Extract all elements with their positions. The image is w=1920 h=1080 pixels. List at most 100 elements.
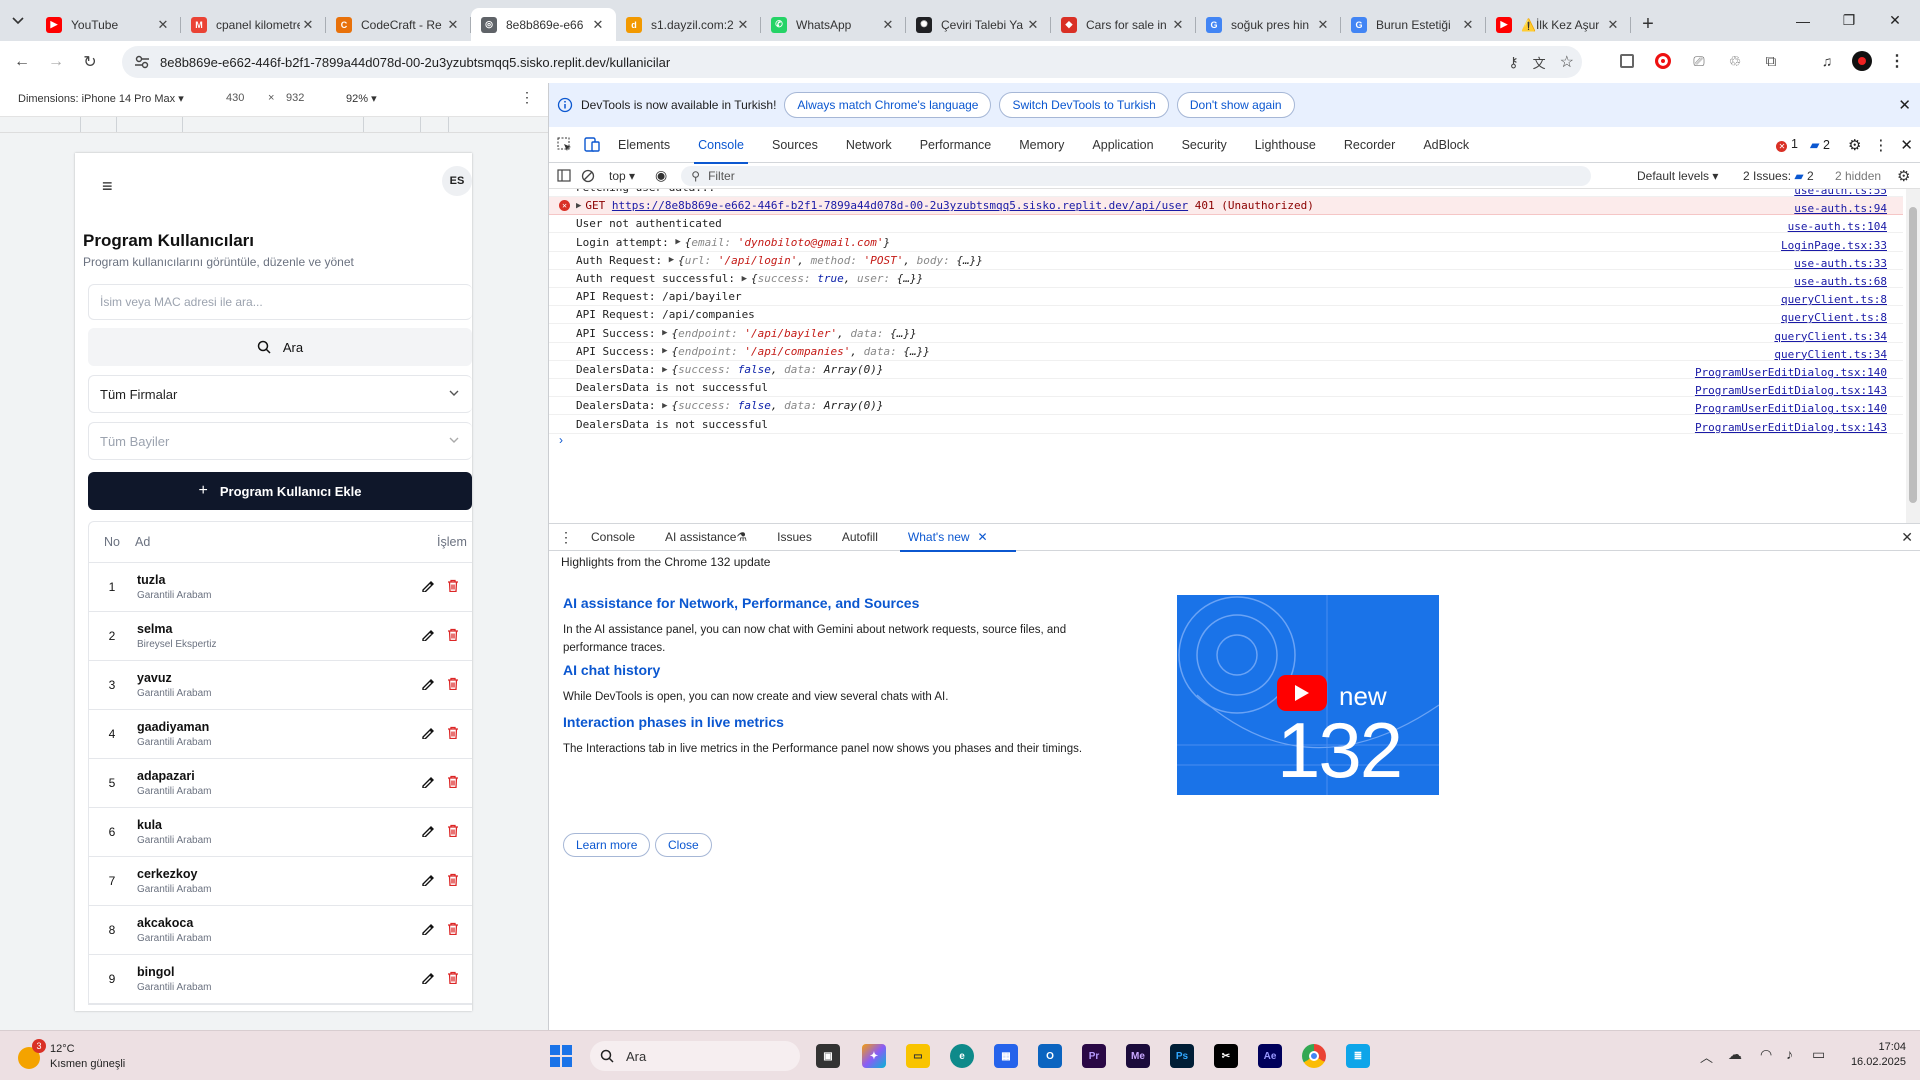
log-object[interactable]: {url: '/api/login', method: 'POST', body… [678, 254, 983, 267]
source-link[interactable]: use-auth.ts:104 [1788, 220, 1887, 233]
source-link[interactable]: LoginPage.tsx:33 [1781, 239, 1887, 252]
section-title-ai-chat-history[interactable]: AI chat history [563, 662, 660, 678]
close-tab-icon[interactable]: ✕ [1170, 17, 1186, 33]
device-select[interactable]: Dimensions: iPhone 14 Pro Max ▾ [18, 92, 184, 105]
volume-icon[interactable]: ♪ [1786, 1046, 1793, 1062]
weather-widget[interactable]: 3 [18, 1039, 46, 1069]
more-options-icon[interactable]: ⋮ [1873, 136, 1888, 154]
inspect-element-icon[interactable] [557, 137, 572, 152]
console-scrollbar[interactable] [1906, 189, 1920, 523]
windows-start-icon[interactable] [549, 1044, 573, 1068]
back-button[interactable]: ← [6, 46, 38, 78]
close-icon[interactable]: ✕ [1898, 96, 1911, 114]
address-bar[interactable]: 8e8b869e-e662-446f-b2f1-7899a44d078d-00-… [122, 46, 1582, 78]
match-language-button[interactable]: Always match Chrome's language [784, 92, 992, 118]
devtools-tab-elements[interactable]: Elements [618, 127, 670, 163]
show-hidden-icons[interactable]: ︿ [1700, 1047, 1713, 1066]
delete-trash-icon[interactable] [447, 775, 459, 788]
devtools-tab-lighthouse[interactable]: Lighthouse [1255, 127, 1316, 163]
browser-tab[interactable]: ✺ Çeviri Talebi Ya ✕ [906, 8, 1051, 41]
search-button[interactable]: Ara [88, 328, 472, 366]
device-height[interactable]: 932 [286, 92, 304, 104]
browser-tab[interactable]: G Burun Estetiği ✕ [1341, 8, 1486, 41]
message-counter[interactable]: ▰ 2 [1810, 137, 1830, 152]
source-link[interactable]: use-auth.ts:94 [1794, 202, 1887, 215]
new-tab-button[interactable]: + [1631, 8, 1665, 41]
device-width[interactable]: 430 [226, 92, 244, 104]
opera-icon[interactable] [1652, 50, 1674, 72]
premiere-icon[interactable]: Pr [1082, 1044, 1106, 1068]
edit-pencil-icon[interactable] [421, 922, 434, 935]
dealer-select[interactable]: Tüm Bayiler [88, 422, 472, 460]
media-control-icon[interactable]: ♫ [1816, 50, 1838, 72]
request-url[interactable]: https://8e8b869e-e662-446f-b2f1-7899a44d… [612, 199, 1188, 212]
log-object[interactable]: {success: true, user: {…}} [751, 272, 923, 285]
close-tab-icon[interactable]: ✕ [1605, 17, 1621, 33]
log-object[interactable]: {endpoint: '/api/companies', data: {…}} [672, 345, 930, 358]
avatar[interactable]: ES [442, 166, 472, 196]
battery-icon[interactable]: ▭ [1812, 1046, 1825, 1063]
hamburger-menu-icon[interactable]: ≡ [102, 176, 113, 197]
close-tab-icon[interactable]: ✕ [1315, 17, 1331, 33]
drawer-tab[interactable]: What's new ✕ [899, 523, 1016, 552]
close-tab-icon[interactable]: ✕ [735, 17, 751, 33]
restore-button[interactable]: ❐ [1826, 0, 1872, 41]
error-counter[interactable]: ✕ 1 [1776, 137, 1798, 152]
browser-tab[interactable]: ◎ 8e8b869e-e66 ✕ [471, 8, 616, 41]
bookmark-star-icon[interactable]: ☆ [1560, 52, 1574, 72]
close-tab-icon[interactable]: ✕ [1025, 17, 1041, 33]
settings-gear-icon[interactable]: ⚙ [1848, 136, 1861, 154]
expand-triangle-icon[interactable]: ▶ [675, 237, 680, 247]
close-tab-icon[interactable]: ✕ [300, 17, 316, 33]
chrome-icon[interactable] [1302, 1044, 1326, 1068]
delete-trash-icon[interactable] [447, 677, 459, 690]
expand-triangle-icon[interactable]: ▶ [669, 255, 674, 265]
sidebar-toggle-icon[interactable] [557, 169, 571, 182]
delete-trash-icon[interactable] [447, 873, 459, 886]
log-object[interactable]: {success: false, data: Array(0)} [672, 363, 884, 376]
close-tab-icon[interactable]: ✕ [978, 530, 988, 544]
switch-turkish-button[interactable]: Switch DevTools to Turkish [999, 92, 1169, 118]
live-expression-eye-icon[interactable]: ◉ [655, 167, 667, 184]
close-window-button[interactable]: ✕ [1872, 0, 1918, 41]
devtools-tab-security[interactable]: Security [1182, 127, 1227, 163]
log-levels-select[interactable]: Default levels ▾ [1637, 169, 1718, 183]
edit-pencil-icon[interactable] [421, 579, 434, 592]
outlook-icon[interactable]: O [1038, 1044, 1062, 1068]
devtools-tab-sources[interactable]: Sources [772, 127, 818, 163]
expand-triangle-icon[interactable]: ▶ [576, 201, 581, 211]
issues-button[interactable]: 2 Issues: ▰ 2 [1743, 169, 1814, 183]
edit-pencil-icon[interactable] [421, 873, 434, 886]
company-select[interactable]: Tüm Firmalar [88, 375, 472, 413]
devtools-tab-memory[interactable]: Memory [1019, 127, 1064, 163]
tab-search-button[interactable] [0, 0, 36, 41]
source-link[interactable]: ProgramUserEditDialog.tsx:143 [1695, 384, 1887, 397]
browser-tab[interactable]: Mcpanel kilometre ✕ [181, 8, 326, 41]
expand-triangle-icon[interactable]: ▶ [662, 328, 667, 338]
chrome-menu-icon[interactable]: ⋮ [1886, 50, 1908, 72]
source-link[interactable]: queryClient.ts:8 [1781, 293, 1887, 306]
browser-tab[interactable]: C CodeCraft - Re ✕ [326, 8, 471, 41]
edge-icon[interactable]: e [950, 1044, 974, 1068]
drawer-menu-icon[interactable]: ⋮ [559, 529, 573, 546]
browser-tab[interactable]: ▶ YouTube ✕ [36, 8, 181, 41]
dont-show-again-button[interactable]: Don't show again [1176, 92, 1295, 118]
delete-trash-icon[interactable] [447, 579, 459, 592]
log-object[interactable]: {success: false, data: Array(0)} [672, 399, 884, 412]
notepad-icon[interactable]: ≣ [1346, 1044, 1370, 1068]
edit-pencil-icon[interactable] [421, 971, 434, 984]
devtools-tab-performance[interactable]: Performance [920, 127, 992, 163]
close-button[interactable]: Close [655, 833, 712, 857]
console-prompt[interactable]: › [559, 433, 563, 447]
close-icon[interactable]: ✕ [1900, 136, 1913, 154]
forward-button[interactable]: → [40, 46, 72, 78]
add-program-user-button[interactable]: + Program Kullanıcı Ekle [88, 472, 472, 510]
source-link[interactable]: ProgramUserEditDialog.tsx:140 [1695, 366, 1887, 379]
profile-avatar[interactable] [1851, 50, 1873, 72]
task-view-icon[interactable]: ▣ [816, 1044, 840, 1068]
context-select[interactable]: top ▾ [609, 169, 635, 183]
console-settings-icon[interactable]: ⚙ [1897, 167, 1910, 185]
close-tab-icon[interactable]: ✕ [880, 17, 896, 33]
source-link[interactable]: use-auth.ts:55 [1794, 189, 1887, 197]
close-drawer-icon[interactable]: ✕ [1901, 529, 1913, 546]
